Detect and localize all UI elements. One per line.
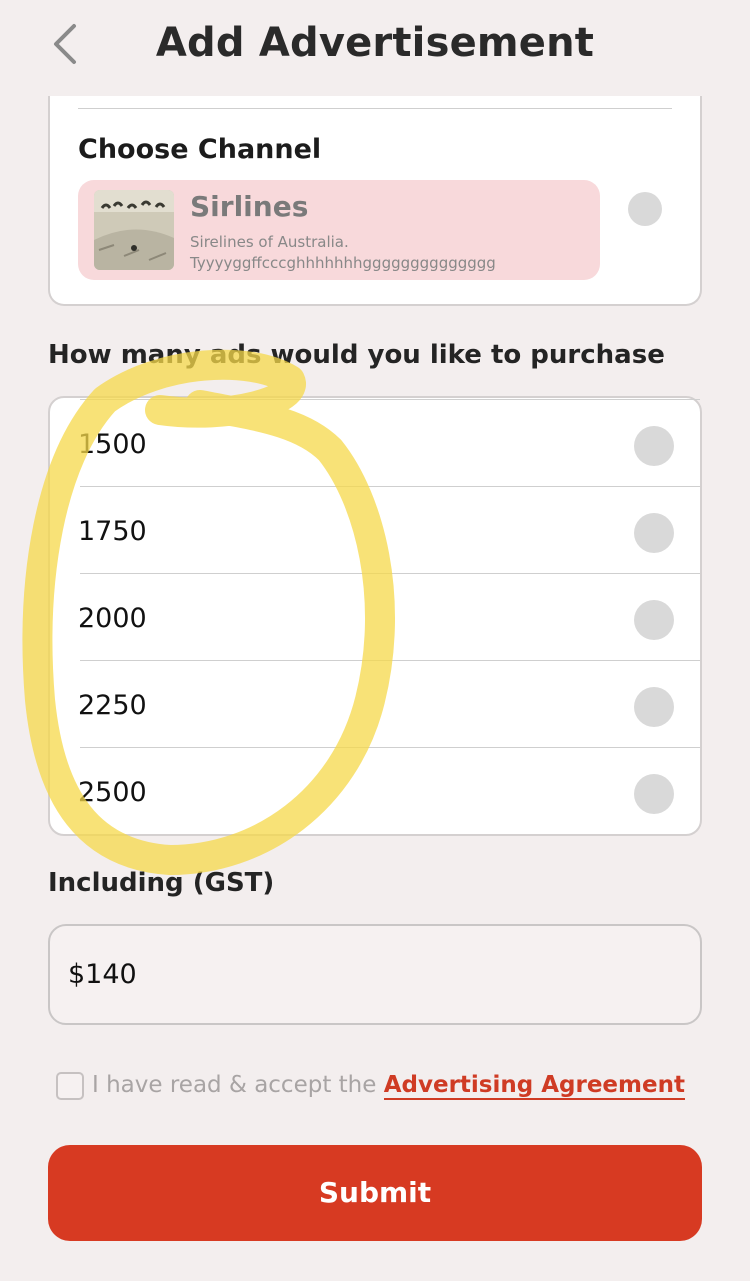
channel-radio[interactable] bbox=[628, 192, 662, 226]
gst-label: Including (GST) bbox=[48, 868, 275, 898]
ads-option-2250[interactable]: 2250 bbox=[50, 660, 700, 747]
option-value: 2000 bbox=[78, 603, 147, 634]
option-value: 1500 bbox=[78, 429, 147, 460]
channel-thumbnail bbox=[94, 190, 174, 270]
advertising-agreement-link[interactable]: Advertising Agreement bbox=[383, 1072, 685, 1100]
divider bbox=[80, 573, 700, 574]
option-value: 1750 bbox=[78, 516, 147, 547]
divider bbox=[78, 108, 672, 109]
option-radio[interactable] bbox=[634, 600, 674, 640]
ads-option-1500[interactable]: 1500 bbox=[50, 399, 700, 486]
choose-channel-title: Choose Channel bbox=[78, 134, 322, 165]
option-value: 2250 bbox=[78, 690, 147, 721]
divider bbox=[80, 486, 700, 487]
ads-option-1750[interactable]: 1750 bbox=[50, 486, 700, 573]
gst-amount-field[interactable]: $140 bbox=[48, 924, 702, 1025]
option-value: 2500 bbox=[78, 777, 147, 808]
channel-description: Sirelines of Australia. Tyyyyggffcccghhh… bbox=[190, 233, 496, 272]
divider bbox=[80, 747, 700, 748]
divider bbox=[80, 660, 700, 661]
divider bbox=[80, 399, 700, 400]
ads-option-2500[interactable]: 2500 bbox=[50, 747, 700, 834]
channel-name: Sirlines bbox=[190, 190, 309, 223]
submit-button[interactable]: Submit bbox=[48, 1145, 702, 1241]
option-radio[interactable] bbox=[634, 426, 674, 466]
agreement-prefix: I have read & accept the bbox=[92, 1072, 384, 1098]
channel-card: Choose Channel Sirlines Sirelines of Aus… bbox=[48, 96, 702, 306]
header: Add Advertisement bbox=[0, 0, 750, 96]
ads-options-card: 1500 1750 2000 2250 2500 bbox=[48, 396, 702, 836]
option-radio[interactable] bbox=[634, 774, 674, 814]
agreement-checkbox[interactable] bbox=[56, 1072, 84, 1100]
page-title: Add Advertisement bbox=[155, 20, 595, 66]
option-radio[interactable] bbox=[634, 513, 674, 553]
ads-quantity-label: How many ads would you like to purchase bbox=[48, 340, 665, 370]
channel-item-sirlines[interactable]: Sirlines Sirelines of Australia. Tyyyygg… bbox=[78, 180, 600, 280]
agreement-text: I have read & accept the Advertising Agr… bbox=[92, 1072, 685, 1100]
ads-option-2000[interactable]: 2000 bbox=[50, 573, 700, 660]
agreement-row: I have read & accept the Advertising Agr… bbox=[56, 1070, 685, 1106]
option-radio[interactable] bbox=[634, 687, 674, 727]
